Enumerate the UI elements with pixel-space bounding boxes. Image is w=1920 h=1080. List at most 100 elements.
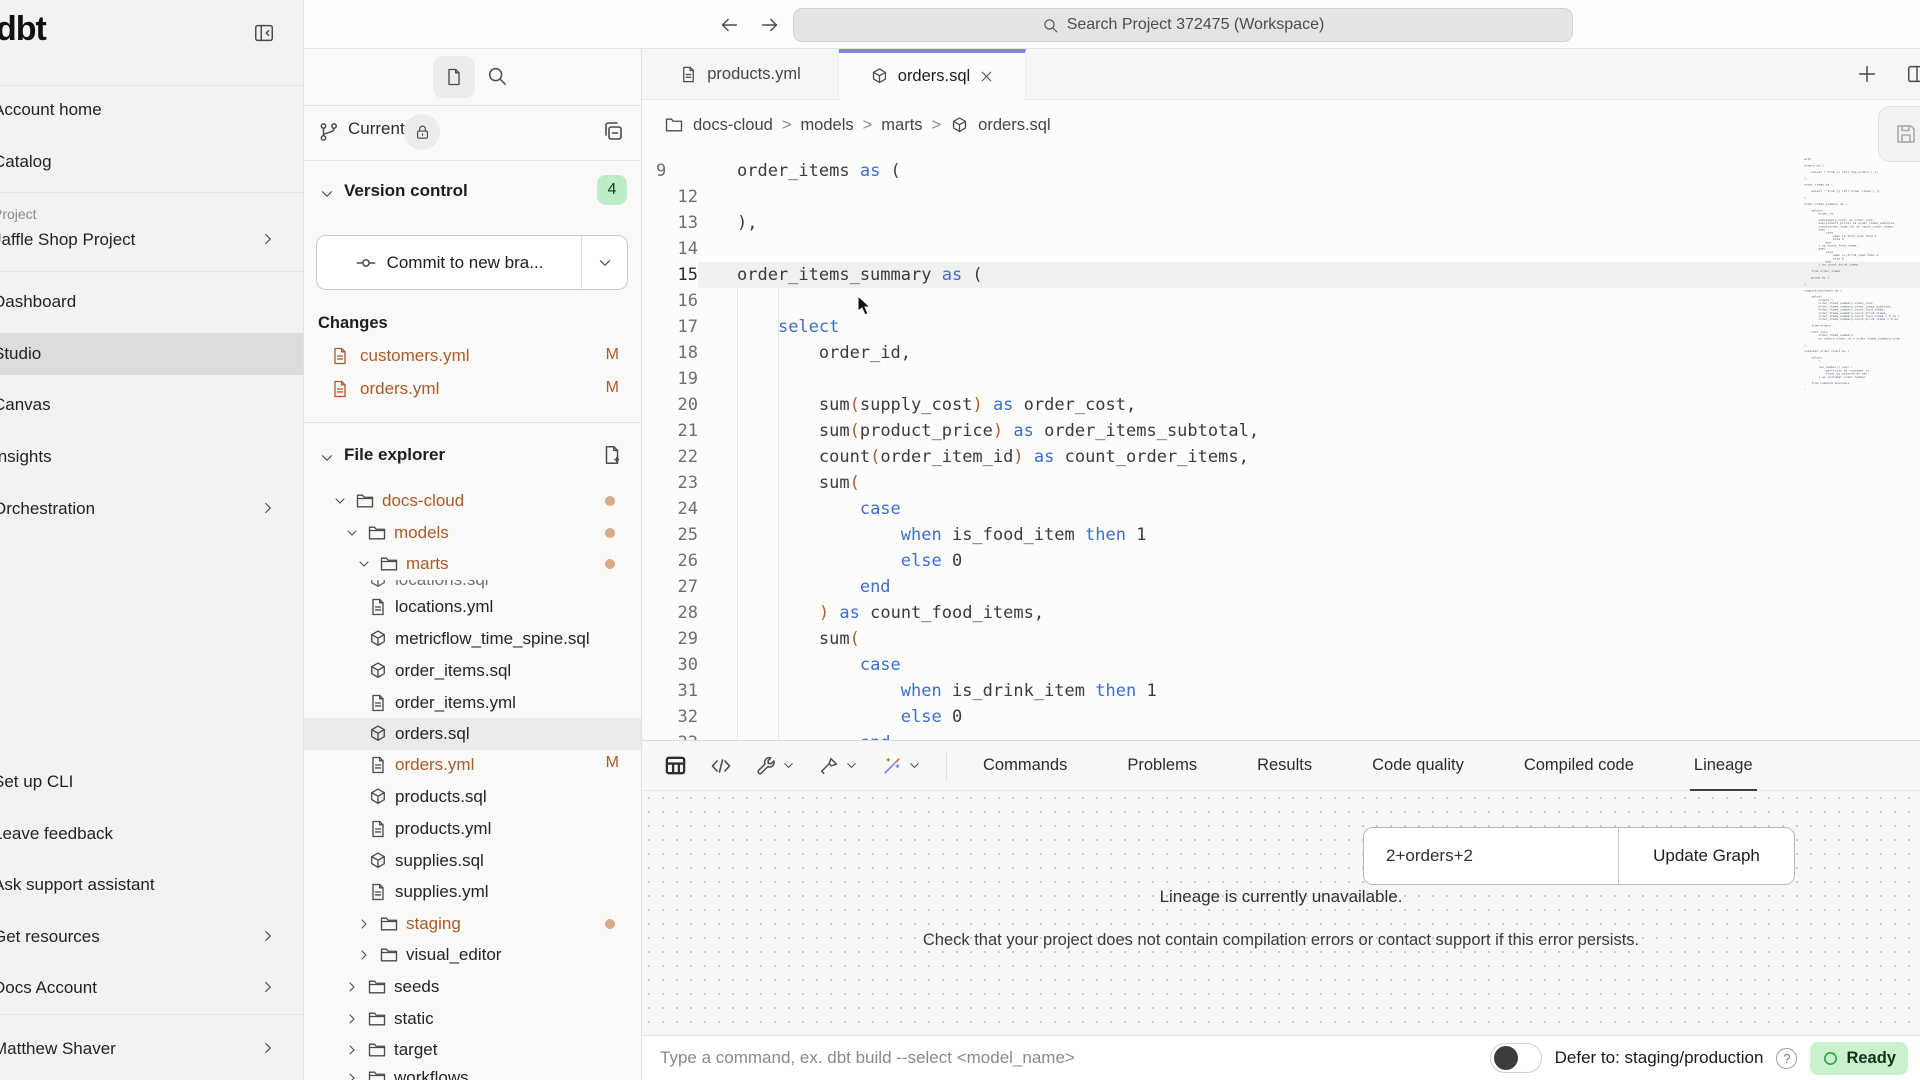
nav-studio[interactable]: Studio xyxy=(0,333,303,375)
file-locations-yml[interactable]: locations.yml xyxy=(304,591,641,623)
file-supplies-yml[interactable]: supplies.yml xyxy=(304,876,641,908)
connection-status-badge[interactable]: Ready xyxy=(1810,1042,1908,1075)
code-editor[interactable]: 9order_items as (1213),1415order_items_s… xyxy=(642,150,1920,740)
tab-problems[interactable]: Problems xyxy=(1123,741,1201,791)
tab-lineage[interactable]: Lineage xyxy=(1690,741,1757,791)
folder-models[interactable]: models xyxy=(304,517,641,549)
copy-icon[interactable] xyxy=(601,119,625,143)
folder-staging[interactable]: staging xyxy=(304,908,641,940)
nav-orchestration[interactable]: Orchestration xyxy=(0,488,303,530)
folder-marts[interactable]: marts xyxy=(304,548,641,580)
code-line-19[interactable]: 19 xyxy=(642,366,1920,392)
defer-toggle[interactable] xyxy=(1490,1043,1542,1073)
code-line-18[interactable]: 18 order_id, xyxy=(642,340,1920,366)
code-line-9[interactable]: 9order_items as ( xyxy=(642,158,1920,184)
new-tab-icon[interactable] xyxy=(1856,63,1878,85)
code-line-32[interactable]: 32 else 0 xyxy=(642,704,1920,730)
code-line-31[interactable]: 31 when is_drink_item then 1 xyxy=(642,678,1920,704)
folder-static[interactable]: static xyxy=(304,1003,641,1035)
code-line-20[interactable]: 20 sum(supply_cost) as order_cost, xyxy=(642,392,1920,418)
file-products-yml[interactable]: products.yml xyxy=(304,813,641,845)
code-line-25[interactable]: 25 when is_food_item then 1 xyxy=(642,522,1920,548)
breadcrumb-models[interactable]: models xyxy=(800,116,853,135)
folder-seeds[interactable]: seeds xyxy=(304,971,641,1003)
back-arrow-icon[interactable] xyxy=(718,14,740,36)
commit-button[interactable]: Commit to new bra... xyxy=(316,235,628,290)
breadcrumb-marts[interactable]: marts xyxy=(881,116,922,135)
divider xyxy=(304,422,641,423)
file-products-sql[interactable]: products.sql xyxy=(304,781,641,813)
code-line-27[interactable]: 27 end xyxy=(642,574,1920,600)
collapse-sidebar-icon[interactable] xyxy=(253,22,275,44)
file-orders-yml[interactable]: orders.yml M xyxy=(304,749,641,781)
nav-catalog[interactable]: Catalog xyxy=(0,141,303,183)
file-metricflow-time-spine-sql[interactable]: metricflow_time_spine.sql xyxy=(304,623,641,655)
command-input[interactable] xyxy=(660,1048,1340,1068)
update-graph-button[interactable]: Update Graph xyxy=(1618,828,1794,884)
file-explorer-toggle[interactable] xyxy=(433,56,475,98)
folder-docs-cloud[interactable]: docs-cloud xyxy=(304,485,641,517)
breadcrumb-orders-sql[interactable]: orders.sql xyxy=(978,116,1050,135)
code-line-28[interactable]: 28 ) as count_food_items, xyxy=(642,600,1920,626)
file-explorer-section[interactable]: File explorer xyxy=(304,440,641,473)
changed-file-customers-yml[interactable]: customers.yml M xyxy=(304,340,641,373)
version-control-section[interactable]: Version control 4 xyxy=(304,160,641,225)
code-line-14[interactable]: 14 xyxy=(642,236,1920,262)
tab-products-yml[interactable]: products.yml xyxy=(642,49,839,100)
global-search[interactable]: Search Project 372475 (Workspace) xyxy=(793,8,1573,42)
file-search-icon[interactable] xyxy=(486,65,508,87)
help-icon[interactable]: ? xyxy=(1776,1048,1797,1069)
branch-lock[interactable] xyxy=(404,114,440,150)
code-line-23[interactable]: 23 sum( xyxy=(642,470,1920,496)
nav-account-home[interactable]: Account home xyxy=(0,89,303,131)
folder-visual-editor[interactable]: visual_editor xyxy=(304,939,641,971)
code-line-26[interactable]: 26 else 0 xyxy=(642,548,1920,574)
results-table-icon[interactable] xyxy=(664,754,687,777)
folder-workflows[interactable]: workflows xyxy=(304,1062,641,1080)
tab-compiled-code[interactable]: Compiled code xyxy=(1520,741,1638,791)
code-line-33[interactable]: 33 end xyxy=(642,730,1920,740)
nav-canvas[interactable]: Canvas xyxy=(0,384,303,426)
file-supplies-sql[interactable]: supplies.sql xyxy=(304,845,641,877)
format-menu[interactable] xyxy=(818,755,859,777)
nav-leave-feedback[interactable]: Leave feedback xyxy=(0,813,303,855)
forward-arrow-icon[interactable] xyxy=(759,14,781,36)
minimap[interactable]: with orders as ( select * from {{ ref('s… xyxy=(1804,158,1900,390)
close-icon[interactable] xyxy=(979,69,994,84)
code-line-29[interactable]: 29 sum( xyxy=(642,626,1920,652)
code-line-13[interactable]: 13), xyxy=(642,210,1920,236)
ai-assist-menu[interactable] xyxy=(881,755,922,777)
save-button[interactable] xyxy=(1878,106,1920,162)
code-line-21[interactable]: 21 sum(product_price) as order_items_sub… xyxy=(642,418,1920,444)
nav-setup-cli[interactable]: Set up CLI xyxy=(0,761,303,803)
breadcrumb-docs-cloud[interactable]: docs-cloud xyxy=(693,116,773,135)
commit-dropdown[interactable] xyxy=(581,236,627,289)
nav-dashboard[interactable]: Dashboard xyxy=(0,281,303,323)
code-line-12[interactable]: 12 xyxy=(642,184,1920,210)
file-orders-sql[interactable]: orders.sql xyxy=(304,718,641,750)
new-file-icon[interactable] xyxy=(601,444,623,466)
split-editor-icon[interactable] xyxy=(1906,63,1920,85)
nav-ask-support-assistant[interactable]: Ask support assistant xyxy=(0,864,303,906)
nav-user-menu[interactable]: Matthew Shaver xyxy=(0,1028,303,1070)
code-line-22[interactable]: 22 count(order_item_id) as count_order_i… xyxy=(642,444,1920,470)
file-order-items-yml[interactable]: order_items.yml xyxy=(304,687,641,719)
code-line-24[interactable]: 24 case xyxy=(642,496,1920,522)
tab-commands[interactable]: Commands xyxy=(979,741,1071,791)
lineage-selector-input[interactable] xyxy=(1364,828,1618,884)
file-order-items-sql[interactable]: order_items.sql xyxy=(304,655,641,687)
tab-code-quality[interactable]: Code quality xyxy=(1368,741,1468,791)
tab-orders-sql[interactable]: orders.sql xyxy=(839,49,1026,100)
project-switcher[interactable]: Jaffle Shop Project xyxy=(0,224,303,256)
code-icon[interactable] xyxy=(709,754,733,778)
code-line-30[interactable]: 30 case xyxy=(642,652,1920,678)
code-line-16[interactable]: 16 xyxy=(642,288,1920,314)
changed-file-orders-yml[interactable]: orders.yml M xyxy=(304,373,641,406)
nav-insights[interactable]: Insights xyxy=(0,436,303,478)
code-line-17[interactable]: 17 select xyxy=(642,314,1920,340)
nav-get-resources[interactable]: Get resources xyxy=(0,916,303,958)
build-tools-menu[interactable] xyxy=(755,755,796,777)
tab-results[interactable]: Results xyxy=(1253,741,1316,791)
nav-docs-account[interactable]: Docs Account xyxy=(0,967,303,1009)
code-line-15[interactable]: 15order_items_summary as ( xyxy=(642,262,1920,288)
